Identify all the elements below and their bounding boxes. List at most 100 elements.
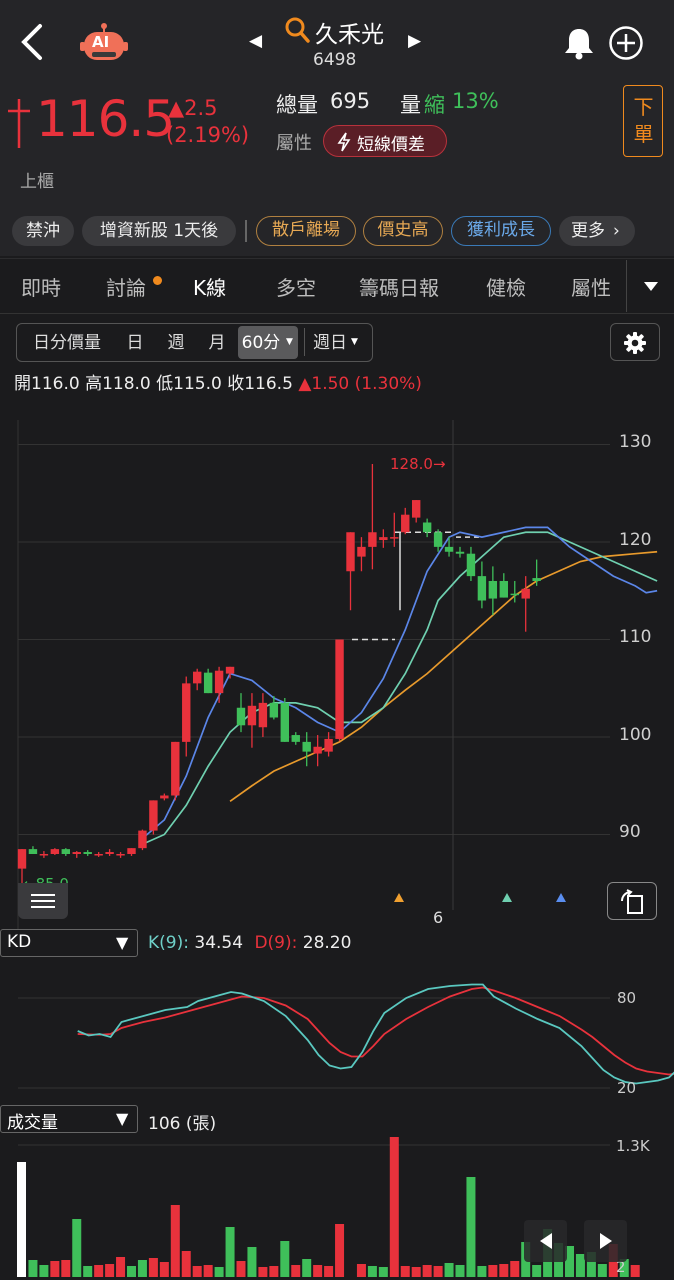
tag-no-daytrade[interactable]: 禁沖 [12,216,74,246]
candle-body [258,702,268,728]
tab-kline[interactable]: K線 [193,272,226,301]
volume-bar [389,1137,399,1277]
prev-stock-arrow[interactable]: ◀ [249,31,262,51]
volume-bar [105,1264,115,1277]
candle-body [127,848,136,854]
period-month[interactable]: 月 [202,327,232,359]
volume-bar [444,1263,454,1277]
attribute-label: 屬性 [276,133,312,154]
candle-body [379,537,388,541]
volume-bar [335,1224,345,1277]
volume-bar [466,1177,476,1277]
d-label: D(9): [254,933,298,953]
kd-select-caret-icon: ▼ [116,933,129,952]
candle-body [182,683,191,742]
scroll-left-button[interactable] [524,1220,567,1262]
volume-chart[interactable] [0,1135,674,1280]
kd-d-line [77,986,674,1076]
tag-more[interactable]: 更多 › [559,216,635,246]
candle-body [116,854,125,856]
rotate-screen-button[interactable] [607,882,657,920]
high-label: 高 [85,374,103,394]
volume-bar [422,1265,432,1277]
chart-settings-button[interactable] [610,323,660,361]
candle-body [488,581,498,599]
ai-robot-icon[interactable]: AI [80,22,128,64]
period-60min[interactable]: 60分 [240,327,282,359]
volume-bar [83,1266,93,1277]
volume-bar [597,1264,607,1277]
bell-icon[interactable] [563,26,595,60]
volume-bar [94,1265,104,1277]
tab-more-button[interactable] [626,260,674,312]
order-button[interactable]: 下單 [623,85,663,157]
tag-more-label: 更多 [571,221,605,241]
close-label: 收 [227,374,245,394]
ohlc-change-pct: (1.30%) [354,374,422,394]
k-label: K(9): [148,933,189,953]
candle-body [346,532,355,572]
volume-bar [137,1260,147,1277]
candle-body [247,705,257,726]
next-stock-arrow[interactable]: ▶ [408,31,421,51]
volume-bar [477,1266,487,1277]
add-watchlist-icon[interactable] [608,25,644,61]
low-value: 115.0 [173,374,222,394]
candlestick-chart[interactable] [0,420,674,930]
kd-chart[interactable] [0,960,674,1105]
close-value: 116.5 [244,374,293,394]
search-icon[interactable] [284,16,310,44]
period-week[interactable]: 週 [161,327,191,359]
period-day-price-volume[interactable]: 日分價量 [24,327,110,359]
price-change: ▲2.5 [168,96,218,120]
volume-bar [356,1264,366,1277]
tab-health-check[interactable]: 健檢 [486,272,526,301]
tag-divider [245,220,247,242]
back-chevron-icon[interactable] [18,22,46,62]
tag-retail-exit[interactable]: 散戶離場 [256,216,356,246]
tab-realtime[interactable]: 即時 [21,272,61,301]
kd-k-line [77,983,674,1085]
candle-body [50,849,60,854]
stock-name[interactable]: 久禾光 [315,15,384,49]
volume-bar [302,1259,312,1277]
last-price: 116.5 [36,90,175,148]
candle-body [302,741,311,752]
tag-price-high[interactable]: 價史高 [363,216,443,246]
market-label: 上櫃 [20,172,54,192]
candle-body [39,854,49,856]
volume-indicator-select[interactable]: 成交量 ▼ [0,1105,138,1133]
price-tick-100: 100 [619,725,652,745]
volume-bar [236,1261,246,1277]
volume-bar [630,1265,640,1277]
left-triangle-icon [540,1233,552,1249]
open-value: 116.0 [31,374,80,394]
volume-bar [203,1265,213,1277]
total-volume-label: 總量 [276,93,318,117]
limit-up-arrow-icon [8,99,30,148]
volume-bar [116,1257,126,1277]
right-triangle-icon [600,1233,612,1249]
volume-bar [510,1261,520,1277]
tab-long-short[interactable]: 多空 [276,272,316,301]
tab-discussion[interactable]: 討論 [106,272,146,301]
period-day[interactable]: 日 [120,327,150,359]
tab-attribute[interactable]: 屬性 [571,272,611,301]
tab-chip-daily[interactable]: 籌碼日報 [359,272,439,301]
chart-menu-button[interactable] [18,883,68,919]
tag-profit-growth[interactable]: 獲利成長 [451,216,551,246]
attribute-tag[interactable]: 短線價差 [323,125,447,157]
scroll-right-button[interactable] [584,1220,627,1262]
volume-select-caret-icon: ▼ [116,1109,129,1128]
price-tick-90: 90 [619,822,641,842]
candle-body [171,741,180,796]
volume-ratio: 13% [452,89,499,113]
rotate-screen-icon [620,889,643,914]
tag-capital-increase[interactable]: 增資新股 1天後 [82,216,236,246]
period-week-day[interactable]: 週日 [311,327,349,359]
candle-body [214,670,224,694]
candle-body [17,849,27,869]
candle-body [357,546,366,557]
kd-indicator-select[interactable]: KD ▼ [0,929,138,957]
candle-body [324,738,333,752]
